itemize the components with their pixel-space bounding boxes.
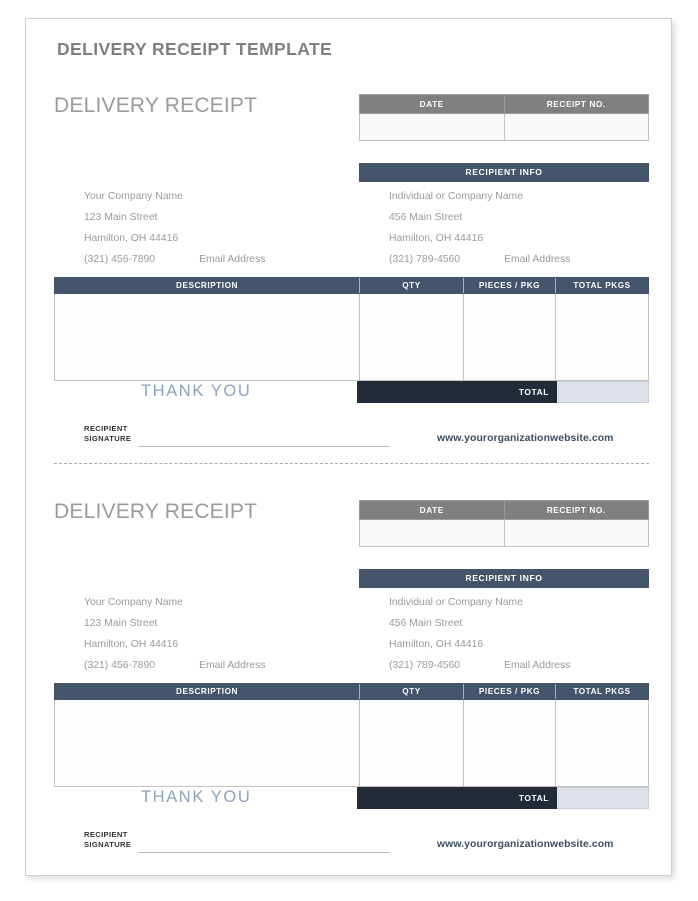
receipt-no-header: RECEIPT NO. <box>503 94 649 114</box>
qty-header: QTY <box>360 278 464 293</box>
recipient-phone: (321) 789-4560 <box>389 253 461 265</box>
document-card: DELIVERY RECEIPT TEMPLATE DELIVERY RECEI… <box>25 18 672 876</box>
recipient-info-bar: RECIPIENT INFO <box>359 163 649 182</box>
pieces-per-pkg-entry-area[interactable] <box>464 294 556 380</box>
description-entry-area[interactable] <box>55 700 360 786</box>
receipt-heading: DELIVERY RECEIPT <box>54 500 258 523</box>
recipient-email: Email Address <box>504 253 571 265</box>
recipient-city-state-zip: Hamilton, OH 44416 <box>389 638 484 650</box>
total-label: TOTAL <box>357 381 557 403</box>
description-entry-area[interactable] <box>55 294 360 380</box>
sender-street: 123 Main Street <box>84 211 158 223</box>
date-header: DATE <box>359 94 505 114</box>
receipt-no-input-cell[interactable] <box>503 113 649 141</box>
recipient-contact-row: (321) 789-4560 Email Address <box>389 250 570 271</box>
signature-label-line-1: RECIPIENT <box>84 830 128 839</box>
website-link[interactable]: www.yourorganizationwebsite.com <box>437 433 614 444</box>
total-value-cell[interactable] <box>557 787 649 809</box>
thank-you-text: THANK YOU <box>141 382 252 400</box>
receipt-divider <box>54 463 649 464</box>
recipient-contact-row: (321) 789-4560 Email Address <box>389 656 570 677</box>
recipient-name: Individual or Company Name <box>389 597 523 608</box>
sender-address-block: Your Company Name 123 Main Street Hamilt… <box>84 187 265 271</box>
signature-line[interactable] <box>138 852 390 853</box>
description-header: DESCRIPTION <box>55 278 360 293</box>
date-input-cell[interactable] <box>359 519 505 547</box>
total-pkgs-entry-area[interactable] <box>556 294 648 380</box>
date-receiptno-table: DATE RECEIPT NO. <box>359 94 649 141</box>
sender-city-state-zip: Hamilton, OH 44416 <box>84 232 179 244</box>
recipient-email: Email Address <box>504 659 571 671</box>
qty-header: QTY <box>360 684 464 699</box>
qty-entry-area[interactable] <box>360 294 464 380</box>
recipient-signature-label: RECIPIENT SIGNATURE <box>84 830 131 849</box>
table-header-row: DATE RECEIPT NO. <box>359 94 649 114</box>
total-value-cell[interactable] <box>557 381 649 403</box>
qty-entry-area[interactable] <box>360 700 464 786</box>
sender-contact-row: (321) 456-7890 Email Address <box>84 656 265 677</box>
description-header: DESCRIPTION <box>55 684 360 699</box>
recipient-phone: (321) 789-4560 <box>389 659 461 671</box>
sender-email: Email Address <box>199 659 266 671</box>
date-input-cell[interactable] <box>359 113 505 141</box>
signature-label-line-2: SIGNATURE <box>84 839 132 849</box>
receipt-no-header: RECEIPT NO. <box>503 500 649 520</box>
signature-line[interactable] <box>138 446 390 447</box>
signature-label-line-1: RECIPIENT <box>84 424 128 433</box>
sender-name: Your Company Name <box>84 597 183 608</box>
table-input-row <box>359 519 649 547</box>
sender-email: Email Address <box>199 253 266 265</box>
receipt-no-input-cell[interactable] <box>503 519 649 547</box>
date-header: DATE <box>359 500 505 520</box>
sender-street: 123 Main Street <box>84 617 158 629</box>
recipient-name: Individual or Company Name <box>389 191 523 202</box>
date-receiptno-table: DATE RECEIPT NO. <box>359 500 649 547</box>
recipient-city-state-zip: Hamilton, OH 44416 <box>389 232 484 244</box>
thank-you-text: THANK YOU <box>141 788 252 806</box>
items-table: DESCRIPTION QTY PIECES / PKG TOTAL PKGS <box>54 277 649 381</box>
total-label: TOTAL <box>357 787 557 809</box>
total-row: TOTAL <box>357 381 649 403</box>
document-inner: DELIVERY RECEIPT TEMPLATE DELIVERY RECEI… <box>26 19 671 875</box>
sender-address-block: Your Company Name 123 Main Street Hamilt… <box>84 593 265 677</box>
total-pkgs-header: TOTAL PKGS <box>573 281 631 290</box>
items-table-body <box>54 700 649 787</box>
recipient-address-block: Individual or Company Name 456 Main Stre… <box>389 593 570 677</box>
items-table-body <box>54 294 649 381</box>
pieces-per-pkg-entry-area[interactable] <box>464 700 556 786</box>
sender-phone: (321) 456-7890 <box>84 659 156 671</box>
pieces-per-pkg-header: PIECES / PKG <box>464 278 556 293</box>
recipient-street: 456 Main Street <box>389 211 463 223</box>
signature-label-line-2: SIGNATURE <box>84 433 132 443</box>
page-title: DELIVERY RECEIPT TEMPLATE <box>57 39 333 59</box>
recipient-signature-label: RECIPIENT SIGNATURE <box>84 424 131 443</box>
items-table-header-row: DESCRIPTION QTY PIECES / PKG TOTAL PKGS <box>54 277 649 294</box>
sender-name: Your Company Name <box>84 191 183 202</box>
table-header-row: DATE RECEIPT NO. <box>359 500 649 520</box>
pieces-per-pkg-header: PIECES / PKG <box>464 684 556 699</box>
items-table: DESCRIPTION QTY PIECES / PKG TOTAL PKGS <box>54 683 649 787</box>
total-pkgs-header: TOTAL PKGS <box>573 687 631 696</box>
sender-city-state-zip: Hamilton, OH 44416 <box>84 638 179 650</box>
recipient-address-block: Individual or Company Name 456 Main Stre… <box>389 187 570 271</box>
total-row: TOTAL <box>357 787 649 809</box>
recipient-street: 456 Main Street <box>389 617 463 629</box>
table-input-row <box>359 113 649 141</box>
sender-contact-row: (321) 456-7890 Email Address <box>84 250 265 271</box>
items-table-header-row: DESCRIPTION QTY PIECES / PKG TOTAL PKGS <box>54 683 649 700</box>
sender-phone: (321) 456-7890 <box>84 253 156 265</box>
recipient-info-bar: RECIPIENT INFO <box>359 569 649 588</box>
page-background: DELIVERY RECEIPT TEMPLATE DELIVERY RECEI… <box>0 0 698 901</box>
total-pkgs-entry-area[interactable] <box>556 700 648 786</box>
website-link[interactable]: www.yourorganizationwebsite.com <box>437 839 614 850</box>
receipt-heading: DELIVERY RECEIPT <box>54 94 258 117</box>
